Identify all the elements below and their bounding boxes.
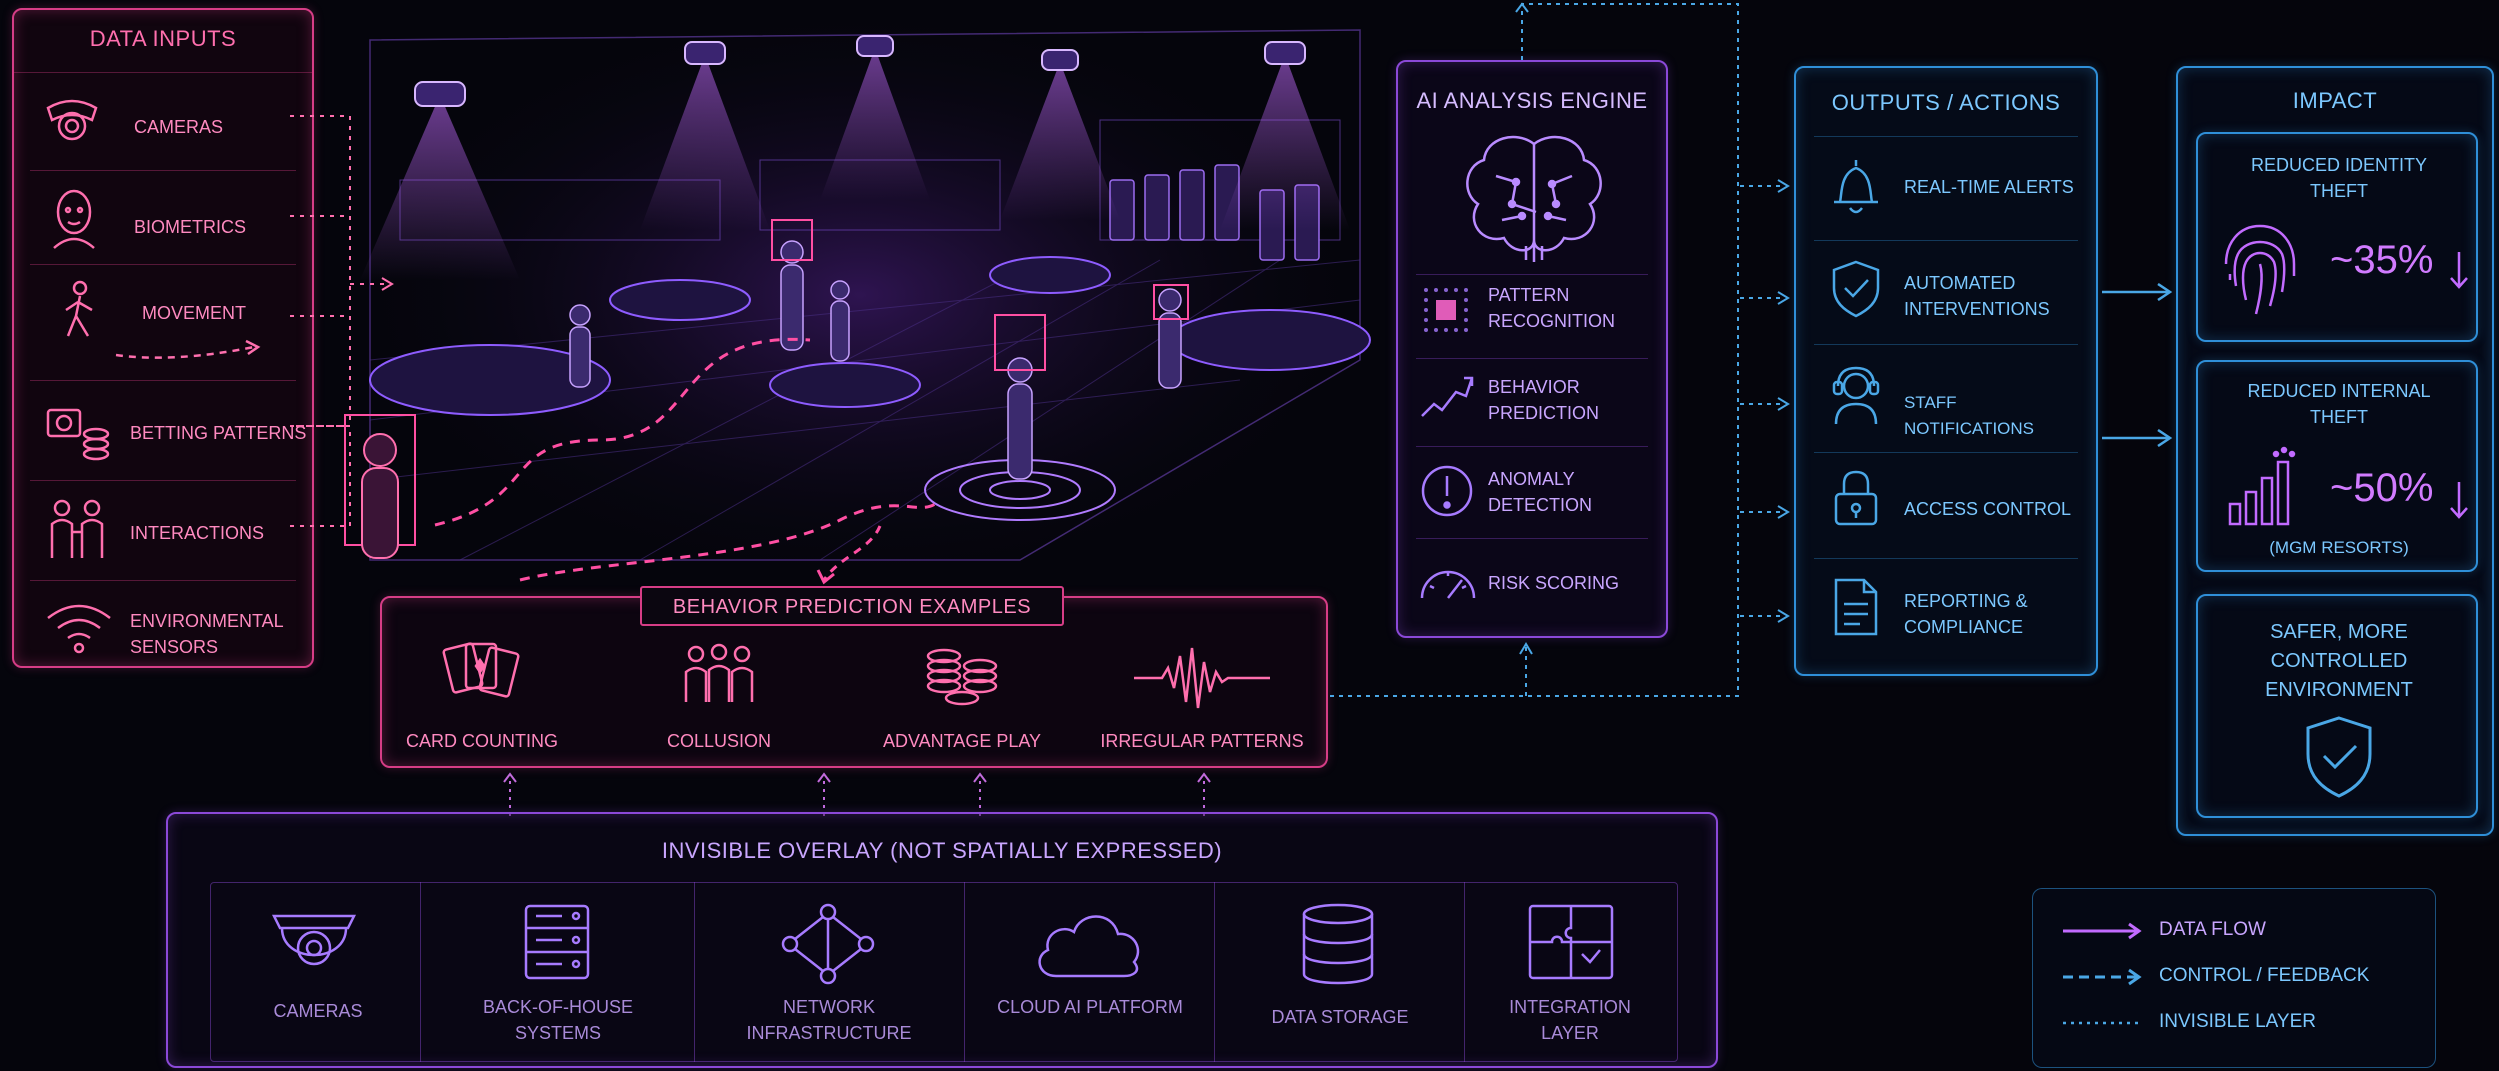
output-label-access-control: ACCESS CONTROL: [1904, 499, 2072, 519]
impact-card-title-identity: REDUCED IDENTITY THEFT: [2250, 155, 2427, 201]
overlay-label-data-storage: DATA STORAGE: [1271, 1007, 1409, 1027]
people-icon: [44, 498, 110, 569]
impact-card-title-internal: REDUCED INTERNAL THEFT: [2247, 381, 2431, 427]
behavior-label-advantage-play: ADVANTAGE PLAY: [882, 731, 1042, 751]
behavior-examples-title-box: BEHAVIOR PREDICTION EXAMPLES: [640, 586, 1064, 626]
bell-icon: [1828, 156, 1884, 223]
fingerprint-icon: [2220, 220, 2300, 325]
internal-theft-note: (MGM RESORTS): [2269, 538, 2409, 557]
shield-check-icon: [2302, 714, 2376, 805]
document-icon: [1832, 576, 1880, 643]
data-input-label-biometrics: BIOMETRICS: [134, 217, 247, 237]
legend-dotted-line: [2063, 1021, 2141, 1025]
outputs-title: OUTPUTS / ACTIONS: [1831, 90, 2061, 115]
overlay-items-row: [210, 882, 1678, 1062]
headset-icon: [1828, 364, 1884, 431]
identity-theft-value: ~35%: [2330, 238, 2434, 282]
impact-card-safer-environment: SAFER, MORE CONTROLLED ENVIRONMENT: [2196, 594, 2478, 818]
output-label-automated-interventions: AUTOMATED INTERVENTIONS: [1904, 273, 2050, 319]
legend-panel: DATA FLOW CONTROL / FEEDBACK INVISIBLE L…: [2032, 888, 2436, 1068]
bar-chart-icon: [2226, 446, 2302, 533]
behavior-examples-panel: BEHAVIOR PREDICTION EXAMPLES CARD COUNTI…: [380, 586, 1328, 768]
lock-icon: [1832, 468, 1880, 533]
impact-card-internal-theft: REDUCED INTERNAL THEFT ~50% (MGM RESORTS…: [2196, 360, 2478, 572]
impact-panel: IMPACT REDUCED IDENTITY THEFT ~35% REDUC…: [2176, 66, 2494, 836]
scene-to-examples-arrow: [816, 525, 882, 585]
face-icon: [46, 186, 102, 253]
overlay-label-network-infrastructure: NETWORK INFRASTRUCTURE: [746, 997, 912, 1043]
overlay-label-cameras: CAMERAS: [273, 1001, 363, 1021]
behavior-label-card-counting: CARD COUNTING: [406, 731, 558, 751]
dome-camera-icon: [268, 902, 360, 991]
server-icon: [522, 902, 592, 987]
overlay-label-back-of-house: BACK-OF-HOUSE SYSTEMS: [482, 997, 633, 1043]
chip-stack-icon: [922, 642, 1006, 711]
impact-card-identity-theft: REDUCED IDENTITY THEFT ~35%: [2196, 132, 2478, 342]
movement-dashed-arrow: [115, 339, 261, 359]
legend-label-invisible-layer: INVISIBLE LAYER: [2159, 1011, 2316, 1032]
legend-label-control-feedback: CONTROL / FEEDBACK: [2159, 965, 2370, 986]
shield-check-icon: [1830, 258, 1882, 323]
behavior-label-irregular-patterns: IRREGULAR PATTERNS: [1100, 731, 1304, 751]
down-arrow-icon: [2448, 250, 2470, 295]
data-input-label-environmental-sensors: ENVIRONMENTAL SENSORS: [130, 611, 284, 657]
outputs-actions-panel: OUTPUTS / ACTIONS REAL-TIME ALERTS AUTOM…: [1794, 66, 2098, 676]
overlay-label-integration-layer: INTEGRATION LAYER: [1509, 997, 1631, 1043]
casino-floor-illustration: [340, 0, 1380, 590]
behavior-examples-title: BEHAVIOR PREDICTION EXAMPLES: [672, 596, 1032, 618]
data-inputs-title: DATA INPUTS: [89, 26, 237, 51]
impact-title: IMPACT: [2292, 88, 2378, 113]
legend-label-data-flow: DATA FLOW: [2159, 919, 2266, 940]
feedback-loop-lines: [1330, 2, 1739, 697]
engine-to-outputs-arrows: [1740, 179, 1790, 623]
impact-card-title-safer: SAFER, MORE CONTROLLED ENVIRONMENT: [2265, 621, 2413, 701]
legend-solid-line: [2063, 922, 2142, 940]
output-label-staff-notifications: STAFF NOTIFICATIONS: [1904, 393, 2035, 438]
puzzle-icon: [1526, 902, 1616, 987]
data-input-label-cameras: CAMERAS: [134, 117, 224, 137]
waveform-icon: [1132, 642, 1272, 717]
network-icon: [778, 902, 878, 991]
data-inputs-panel: DATA INPUTS CAMERAS BIOMETRICS MOVEMENT …: [12, 8, 314, 668]
overlay-label-cloud-ai-platform: CLOUD AI PLATFORM: [997, 997, 1183, 1017]
internal-theft-value: ~50%: [2330, 466, 2434, 510]
output-label-real-time-alerts: REAL-TIME ALERTS: [1904, 177, 2074, 197]
walking-person-icon: [54, 280, 104, 351]
overlay-title: INVISIBLE OVERLAY (NOT SPATIALLY EXPRESS…: [661, 838, 1223, 863]
outputs-to-impact-arrows: [2102, 282, 2173, 448]
legend-dashed-line: [2063, 968, 2142, 986]
cloud-icon: [1030, 906, 1146, 987]
invisible-overlay-panel: INVISIBLE OVERLAY (NOT SPATIALLY EXPRESS…: [166, 812, 1718, 1068]
cards-icon: [442, 636, 520, 711]
camera-icon: [42, 90, 102, 155]
output-label-reporting-compliance: REPORTING & COMPLIANCE: [1904, 591, 2028, 637]
inputs-connector-lines: [290, 115, 394, 527]
down-arrow-icon: [2448, 480, 2470, 525]
data-input-label-movement: MOVEMENT: [142, 303, 247, 323]
wifi-sensor-icon: [44, 600, 114, 661]
chips-icon: [44, 404, 114, 469]
group-icon: [682, 642, 756, 711]
data-input-label-interactions: INTERACTIONS: [130, 523, 265, 543]
behavior-label-collusion: COLLUSION: [666, 731, 772, 751]
database-icon: [1298, 902, 1378, 991]
